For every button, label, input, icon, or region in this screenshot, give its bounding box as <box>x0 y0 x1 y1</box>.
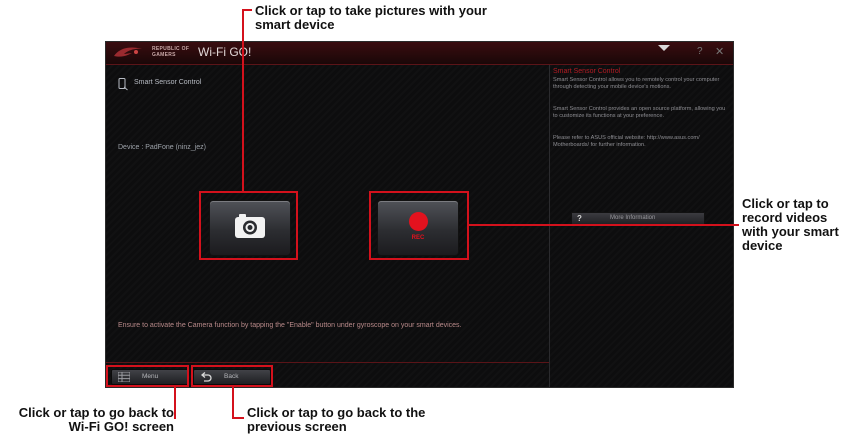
rog-logo-icon <box>114 47 142 57</box>
side-divider <box>549 65 550 387</box>
help-icon[interactable]: ? <box>697 46 703 57</box>
camera-hint-text: Ensure to activate the Camera function b… <box>118 322 462 329</box>
connector-back-h <box>232 417 244 419</box>
highlight-record <box>369 191 469 260</box>
more-information-label: More Information <box>610 215 656 221</box>
side-panel-title: Smart Sensor Control <box>553 68 621 75</box>
side-paragraph-2: Smart Sensor Control provides an open so… <box>553 106 726 119</box>
brand-text: REPUBLIC OF GAMERS <box>152 46 190 58</box>
device-name: Device : PadFone (ninz_jez) <box>118 144 206 151</box>
dropdown-arrow-icon[interactable] <box>658 45 670 51</box>
callout-back-previous: Click or tap to go back to the previous … <box>247 405 426 434</box>
callout-back-to-wifi: Click or tap to go back to Wi-Fi GO! scr… <box>18 405 174 434</box>
connector-back <box>232 387 234 419</box>
main-panel <box>106 65 549 365</box>
connector-take-pictures <box>242 9 244 191</box>
connector-record <box>469 224 739 226</box>
title-bar: REPUBLIC OF GAMERS Wi-Fi GO! ? ✕ <box>106 42 733 65</box>
callout-take-pictures: Click or tap to take pictures with your … <box>255 3 487 32</box>
close-icon[interactable]: ✕ <box>715 45 724 58</box>
highlight-camera <box>199 191 298 260</box>
side-paragraph-3: Please refer to ASUS official website: h… <box>553 135 700 148</box>
callout-record-videos: Click or tap to record videos with your … <box>742 196 839 253</box>
divider <box>106 362 549 363</box>
highlight-back <box>191 365 273 387</box>
connector-take-pictures-h <box>242 9 252 11</box>
section-title: Smart Sensor Control <box>134 79 202 86</box>
question-icon: ? <box>577 214 582 223</box>
side-paragraph-1: Smart Sensor Control allows you to remot… <box>553 77 720 90</box>
highlight-menu <box>106 365 189 387</box>
connector-menu <box>174 387 176 419</box>
smart-sensor-icon <box>118 78 128 91</box>
